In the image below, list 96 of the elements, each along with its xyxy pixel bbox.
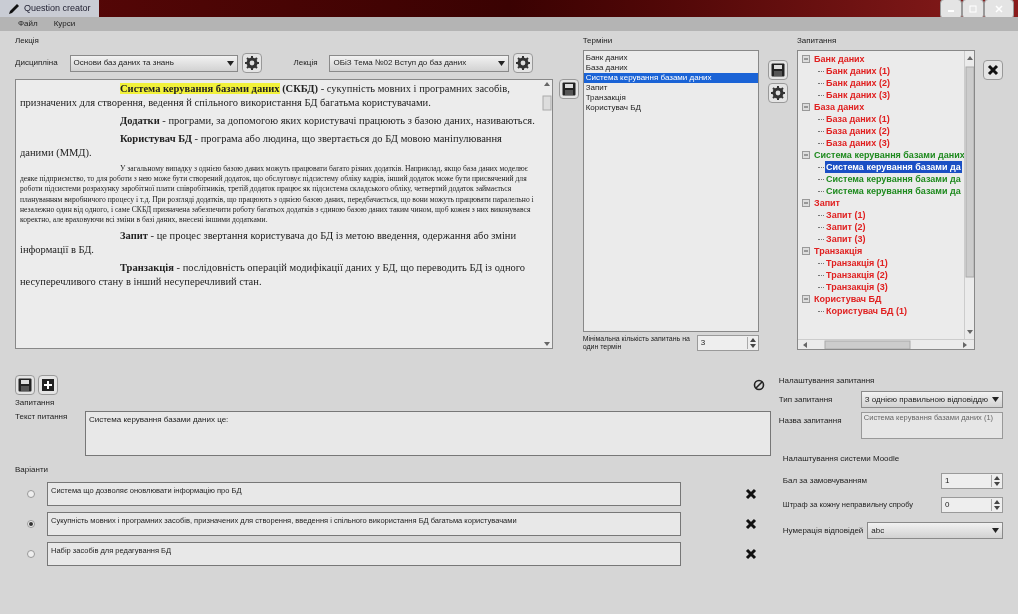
tree-item[interactable]: Транзакція (1)	[825, 257, 889, 269]
group-label: Запитання	[797, 35, 838, 47]
paragraph: Додатки - програми, за допомогою яких користувачі працюють з базою даних, називаються.	[119, 114, 536, 128]
save-icon	[770, 63, 785, 77]
save-icon	[18, 378, 32, 392]
group-label: Варіанти	[15, 464, 49, 476]
number-spinner[interactable]: 3	[696, 335, 759, 351]
save-icon	[562, 82, 576, 96]
spin-arrows-icon	[991, 499, 1002, 511]
group-label: Терміни	[582, 35, 614, 47]
field-label: Нумерація відповідей	[782, 524, 864, 537]
settings-button[interactable]	[513, 53, 534, 73]
field-label: Назва запитання	[778, 415, 843, 427]
settings-button[interactable]	[767, 83, 788, 103]
radio-button[interactable]	[27, 520, 35, 528]
tree-item[interactable]: Користувач БД	[813, 293, 883, 305]
field-label: Лекція	[293, 57, 318, 69]
caret-icon	[992, 397, 999, 402]
save-button[interactable]	[767, 60, 788, 80]
add-button[interactable]	[38, 375, 58, 395]
text-editor[interactable]	[15, 79, 553, 349]
radio-button[interactable]	[27, 550, 35, 558]
tree-item[interactable]: Банк даних (3)	[825, 89, 892, 101]
tree-item[interactable]: Система керування базами да	[825, 161, 962, 173]
caret-icon	[992, 528, 999, 533]
paragraph: Транзакція - послідовність операцій модифікації даних у БД, що переводить БД із одного несуперечливого стану в інший несуперечливий стан.	[20, 261, 527, 290]
menu-item[interactable]: Курси	[53, 18, 76, 30]
tree-item[interactable]: Система керування базами да	[825, 173, 962, 185]
delete-icon	[745, 548, 757, 560]
tree-item[interactable]: Користувач БД (1)	[825, 305, 908, 317]
list-item[interactable]: Банк даних	[583, 53, 758, 63]
tree-view[interactable]	[797, 50, 975, 350]
tree-item[interactable]: Запит (3)	[825, 233, 867, 245]
delete-icon	[745, 488, 757, 500]
close-button[interactable]	[984, 0, 1014, 19]
input-field[interactable]: Система керування базами даних це:	[85, 411, 771, 456]
terms-list[interactable]: Банк даних База даних Система керування базами даних Запит Транзакція Користувач БД	[582, 50, 759, 332]
settings-icon	[516, 56, 531, 70]
close-icon	[995, 4, 1003, 13]
save-button[interactable]	[15, 375, 35, 395]
caret-icon	[498, 60, 506, 66]
paragraph: Користувач БД - програма або людина, що звертається до БД мовою маніпулювання даними (ММД).	[20, 132, 503, 160]
menu-item[interactable]: Файл	[18, 18, 38, 30]
tree-item[interactable]: Система керування базами даних	[813, 149, 964, 161]
radio-button[interactable]	[27, 490, 35, 498]
tree-item[interactable]: Банк даних (1)	[825, 65, 892, 77]
tree-item[interactable]: Система керування базами да	[825, 185, 962, 197]
tree-item[interactable]: Банк даних	[813, 53, 866, 65]
list-item[interactable]: Система керування базами даних	[583, 73, 758, 83]
pencil-icon	[8, 2, 20, 15]
dropdown[interactable]: ОБіЗ Тема №02 Вступ до баз даних	[329, 54, 510, 72]
tree-item[interactable]: База даних (1)	[825, 113, 891, 125]
paragraph: Система керування базами даних (СКБД) - сукупність мовних і програмних засобів, призначених для створення, ведення й спільного використання БД багатьма користувачами.	[20, 82, 511, 110]
field-label: Бал за замовчуванням	[782, 475, 868, 487]
group-label: Лекція	[15, 35, 40, 47]
field-label: Текст питання	[15, 411, 69, 423]
minimize-button[interactable]	[940, 0, 962, 19]
field-label: Тип запитання	[778, 393, 834, 406]
plus-icon	[42, 379, 54, 391]
tree-item[interactable]: Банк даних (2)	[825, 77, 892, 89]
list-item[interactable]: Користувач БД	[583, 103, 758, 113]
group-label: Запитання	[15, 397, 56, 409]
tree-item[interactable]: Запит (2)	[825, 221, 867, 233]
delete-icon	[987, 64, 999, 76]
paragraph: Запит - це процес звертання користувача до БД із метою введення, одержання або зміни інформації в БД.	[20, 229, 518, 258]
list-item[interactable]: Запит	[583, 83, 758, 93]
caret-icon	[226, 60, 234, 66]
settings-icon	[770, 86, 785, 100]
spin-arrows-icon	[991, 475, 1002, 487]
delete-icon	[745, 518, 757, 530]
settings-button[interactable]	[241, 53, 262, 73]
maximize-button[interactable]	[962, 0, 984, 19]
dropdown[interactable]: Основи баз даних та знань	[69, 54, 238, 72]
list-item[interactable]: Транзакція	[583, 93, 758, 103]
tree-item[interactable]: База даних (2)	[825, 125, 891, 137]
tree-item[interactable]: База даних	[813, 101, 866, 113]
dropdown[interactable]: З однією правильною відповіддю	[860, 391, 1003, 408]
spin-arrows-icon	[746, 337, 758, 349]
number-spinner[interactable]: 0	[941, 497, 1003, 513]
tree-item[interactable]: Транзакція	[813, 245, 864, 257]
tree-item[interactable]: База даних (3)	[825, 137, 891, 149]
tree-item[interactable]: Транзакція (3)	[825, 281, 889, 293]
no-entry-icon	[752, 379, 765, 391]
delete-button[interactable]	[983, 60, 1003, 80]
window-title: Question creator	[24, 1, 91, 15]
tree-item[interactable]: Запит	[813, 197, 842, 209]
group-label: Налаштування системи Moodle	[782, 453, 901, 465]
list-item[interactable]: База даних	[583, 63, 758, 73]
settings-icon	[244, 56, 259, 70]
number-spinner[interactable]: 1	[941, 473, 1003, 489]
save-button[interactable]	[559, 79, 579, 99]
dropdown[interactable]: abc	[867, 522, 1003, 539]
group-label: Налаштування запитання	[778, 375, 876, 387]
tree-item[interactable]: Транзакція (2)	[825, 269, 889, 281]
field-label: Дисципліна	[15, 57, 58, 69]
tree-item[interactable]: Запит (1)	[825, 209, 867, 221]
